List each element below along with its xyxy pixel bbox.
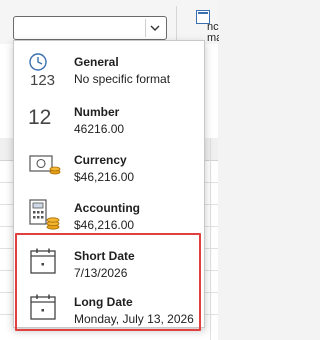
format-option-title: Accounting — [74, 201, 140, 215]
format-option-example: 46216.00 — [74, 122, 125, 136]
currency-icon — [28, 150, 61, 184]
format-option-example: No specific format — [74, 72, 171, 86]
number-format-dropdown-button[interactable] — [145, 19, 163, 37]
ribbon-partial-label: ncma — [207, 22, 219, 44]
grid-column-line — [210, 138, 211, 340]
format-option-currency[interactable]: Currency $46,216.00 — [14, 141, 204, 191]
clock-123-icon: 123 — [28, 52, 60, 89]
format-option-general[interactable]: 123 General No specific format — [14, 43, 204, 93]
format-option-number[interactable]: 12 Number 46216.00 — [14, 93, 204, 143]
ribbon-divider — [176, 6, 177, 42]
format-option-example: $46,216.00 — [74, 170, 135, 184]
ribbon-partial-icon-detail — [198, 12, 208, 22]
format-option-title: Number — [74, 105, 120, 119]
format-option-title: Currency — [74, 153, 127, 167]
chevron-down-icon — [150, 25, 159, 31]
date-options-highlight — [15, 233, 201, 331]
format-option-accounting[interactable]: Accounting $46,216.00 — [14, 189, 204, 239]
number-12-icon: 12 — [28, 106, 52, 129]
format-option-example: $46,216.00 — [74, 218, 135, 232]
svg-text:123: 123 — [30, 72, 55, 88]
number-format-combo[interactable] — [13, 16, 167, 40]
accounting-icon — [28, 198, 60, 232]
format-option-title: General — [74, 55, 119, 69]
